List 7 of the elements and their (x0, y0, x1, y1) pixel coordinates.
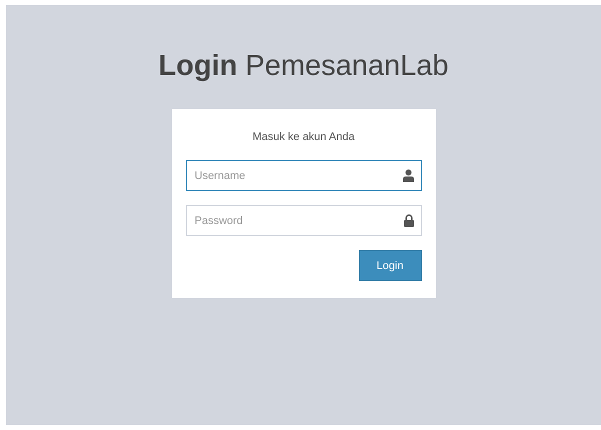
username-field[interactable]: Username (186, 160, 422, 192)
password-field[interactable]: Password (186, 205, 422, 236)
login-button[interactable]: Login (358, 250, 422, 282)
app-title: Login PemesananLab (157, 49, 450, 84)
user-icon (402, 169, 414, 182)
login-message: Masuk ke akun Anda (251, 130, 356, 145)
lock-icon (404, 214, 414, 228)
